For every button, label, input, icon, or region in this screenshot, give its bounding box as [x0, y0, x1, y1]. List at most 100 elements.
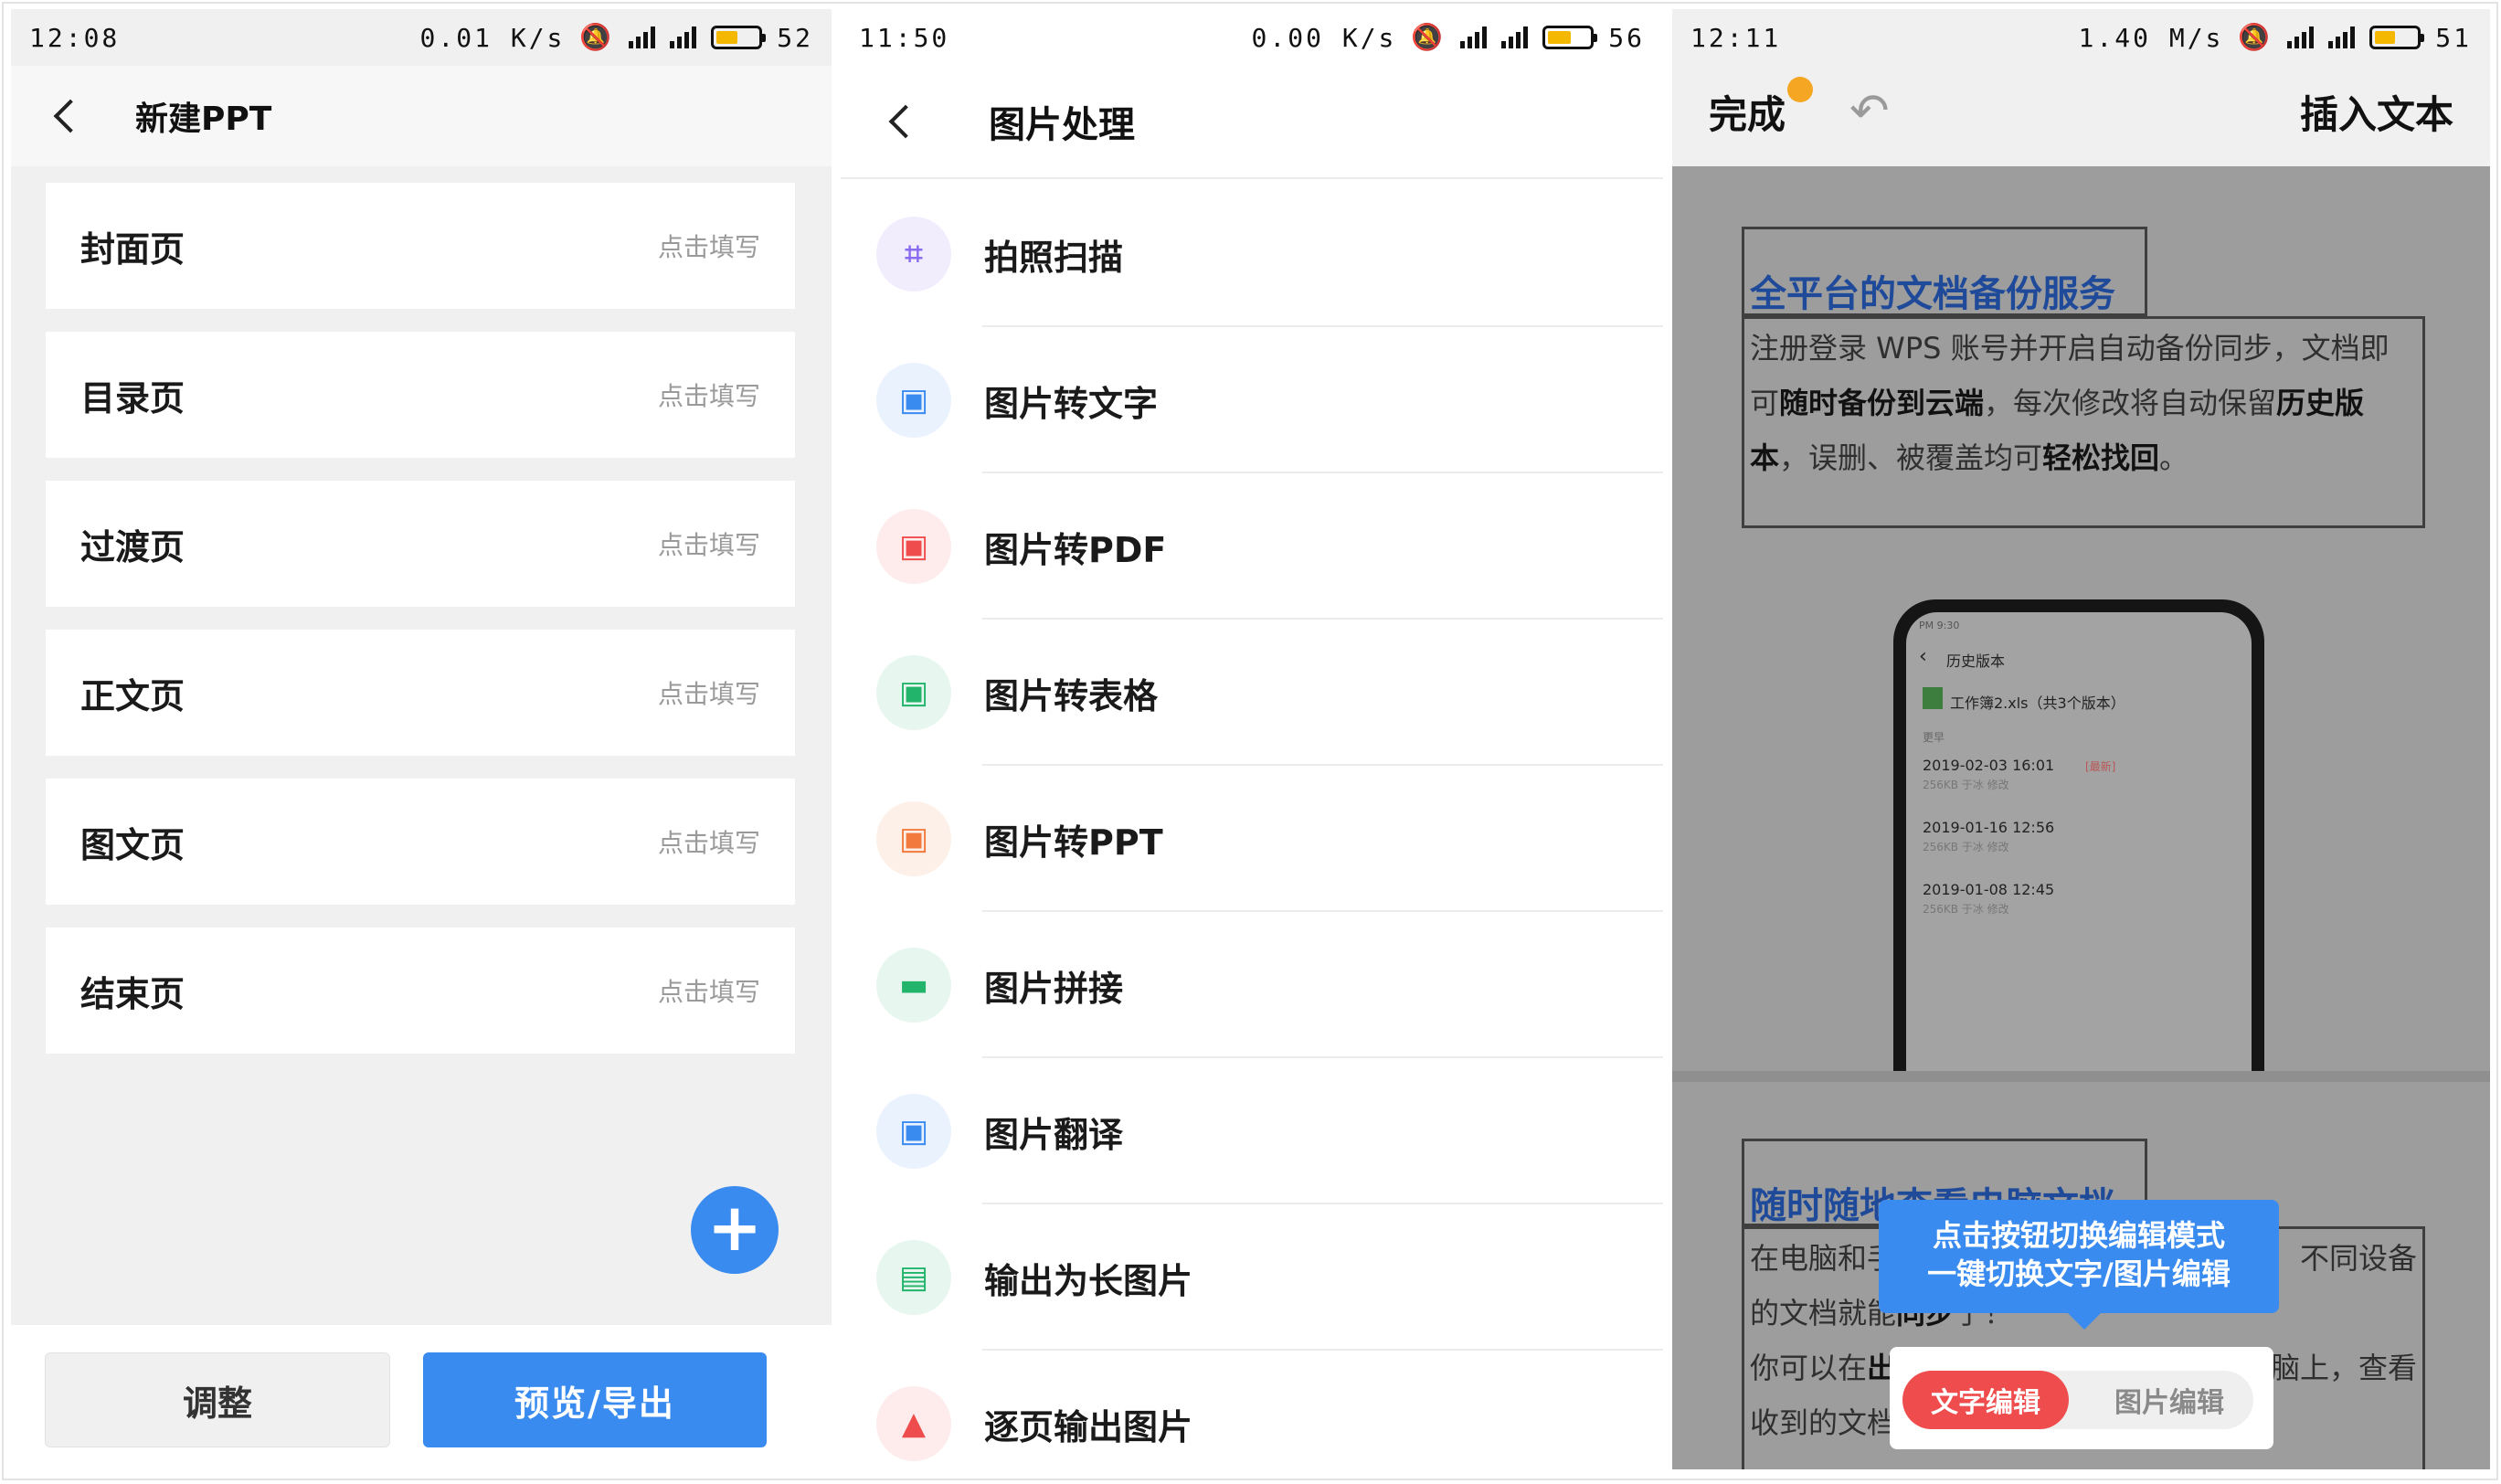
heading-text-box[interactable]: 全平台的文档备份服务	[1742, 227, 2147, 316]
document-page: 全平台的文档备份服务 注册登录 WPS 账号并开启自动备份同步，文档即 可随时备…	[1672, 166, 2490, 1071]
phone-title: 历史版本	[1946, 649, 2005, 671]
text-run: 不同设备	[2300, 1231, 2417, 1286]
plus-icon: +	[707, 1194, 762, 1260]
text-run: 历史版	[2276, 386, 2364, 420]
tooltip-line: 点击按钮切换编辑模式	[1879, 1216, 2279, 1255]
cellular-4g-icon	[2287, 26, 2314, 48]
image-processing-screen: 11:50 0.00 K/s 🔕 56 图片处理 ⌗拍照扫描▣图片转文字▣图片转…	[841, 9, 1663, 1469]
status-time: 11:50	[859, 23, 949, 53]
insert-text-button[interactable]: 插入文本	[2300, 84, 2453, 140]
undo-icon[interactable]: ↶	[1849, 88, 1890, 135]
add-slide-button[interactable]: +	[691, 1186, 779, 1274]
version-date: 2019-02-03 16:01	[1923, 757, 2054, 774]
battery-level: 56	[1608, 23, 1645, 53]
version-meta: 256KB 于冰 修改	[1923, 839, 2009, 854]
adjust-button[interactable]: 调整	[45, 1352, 390, 1447]
tooltip-line: 一键切换文字/图片编辑	[1879, 1255, 2279, 1293]
tool-label: 图片转表格	[984, 668, 1158, 718]
phone-screen: PM 9:30 ‹ 历史版本 工作簿2.xls（共3个版本） 更早 2019-0…	[1906, 612, 2252, 1075]
page-separator	[1672, 1071, 2490, 1082]
icon-glyph: ▣	[899, 1113, 928, 1150]
status-bar: 12:11 1.40 M/s 🔕 51	[1672, 9, 2490, 66]
text-edit-mode-button[interactable]: 文字编辑	[1902, 1371, 2069, 1429]
new-ppt-screen: 12:08 0.01 K/s 🔕 52 新建PPT 封面页点击填写 目录页点击填…	[11, 9, 832, 1469]
document-edit-screen: 12:11 1.40 M/s 🔕 51 完成 ↶ 插入文本 全平台的文档备份服务…	[1672, 9, 2490, 1469]
version-tag: [最新]	[2085, 758, 2115, 774]
preview-export-button[interactable]: 预览/导出	[423, 1352, 767, 1447]
icon-glyph: ▬	[899, 967, 928, 1003]
tool-label: 图片拼接	[984, 960, 1123, 1011]
battery-icon	[1542, 26, 1594, 49]
app-bar: 完成 ↶ 插入文本	[1672, 66, 2490, 157]
slide-type-hint: 点击填写	[658, 376, 760, 413]
tool-item[interactable]: ▬ 图片拼接	[841, 912, 1663, 1058]
phone-status-time: PM 9:30	[1919, 620, 1959, 631]
signal-icon	[670, 26, 696, 48]
paragraph-line: 本，误删、被覆盖均可轻松找回。	[1750, 430, 2390, 485]
phone-back-icon: ‹	[1919, 645, 1927, 668]
status-bar: 12:08 0.01 K/s 🔕 52	[11, 9, 832, 66]
paragraph-text-box[interactable]: 注册登录 WPS 账号并开启自动备份同步，文档即 可随时备份到云端，每次修改将自…	[1742, 316, 2425, 528]
image-to-pdf-icon: ▣	[876, 509, 951, 584]
slide-type-ending[interactable]: 结束页点击填写	[46, 928, 795, 1054]
network-speed: 0.00 K/s	[1252, 23, 1397, 53]
page-images-icon: ▲	[876, 1386, 951, 1461]
battery-level: 52	[777, 23, 813, 53]
slide-type-body[interactable]: 正文页点击填写	[46, 630, 795, 756]
done-button[interactable]: 完成	[1709, 84, 1786, 140]
text-run: 。	[2159, 440, 2188, 475]
slide-type-cover[interactable]: 封面页点击填写	[46, 183, 795, 309]
image-edit-mode-button[interactable]: 图片编辑	[2085, 1371, 2253, 1429]
mute-icon: 🔕	[2238, 25, 2273, 50]
slide-type-transition[interactable]: 过渡页点击填写	[46, 481, 795, 607]
status-time: 12:08	[29, 23, 120, 53]
battery-fill	[2375, 31, 2395, 44]
slide-type-hint: 点击填写	[658, 972, 760, 1009]
text-run: 在电脑和手	[1750, 1231, 1896, 1286]
text-run: ，误删、被覆盖均可	[1779, 440, 2042, 475]
done-label: 完成	[1709, 92, 1786, 137]
edit-mode-segmented-control: 文字编辑 图片编辑	[1902, 1371, 2253, 1429]
tool-item[interactable]: ▣ 图片转表格	[841, 620, 1663, 766]
image-to-text-icon: ▣	[876, 363, 951, 438]
icon-glyph: ▤	[899, 1259, 928, 1296]
page-title: 图片处理	[989, 95, 1135, 148]
phone-mockup-image[interactable]: PM 9:30 ‹ 历史版本 工作簿2.xls（共3个版本） 更早 2019-0…	[1893, 599, 2264, 1075]
icon-glyph: ▣	[899, 821, 928, 857]
slide-type-toc[interactable]: 目录页 点击填写	[46, 332, 795, 458]
slide-type-label: 目录页	[80, 370, 185, 420]
mute-icon: 🔕	[579, 25, 614, 50]
battery-fill	[716, 31, 737, 44]
vip-badge-icon	[1787, 77, 1813, 102]
cellular-4g-icon	[629, 26, 655, 48]
back-arrow-icon[interactable]	[889, 105, 923, 139]
tool-item[interactable]: ▣图片翻译	[841, 1058, 1663, 1204]
tool-item[interactable]: ▲逐页输出图片	[841, 1351, 1663, 1469]
edit-mode-tooltip: 点击按钮切换编辑模式 一键切换文字/图片编辑	[1879, 1200, 2279, 1313]
spreadsheet-file-icon	[1923, 687, 1943, 709]
slide-type-hint: 点击填写	[658, 823, 760, 860]
edit-mode-switch: 文字编辑 图片编辑	[1890, 1347, 2273, 1449]
tool-label: 图片转文字	[984, 376, 1158, 426]
text-run: 轻松找回	[2042, 440, 2159, 475]
image-to-sheet-icon: ▣	[876, 655, 951, 730]
tool-item[interactable]: ⌗拍照扫描	[841, 181, 1663, 327]
paragraph-line: 注册登录 WPS 账号并开启自动备份同步，文档即	[1750, 321, 2390, 376]
tool-item[interactable]: ▣图片转PDF	[841, 473, 1663, 620]
slide-type-hint: 点击填写	[658, 228, 760, 264]
tool-item[interactable]: ▣ 图片转PPT	[841, 766, 1663, 912]
back-arrow-icon[interactable]	[54, 100, 88, 133]
cellular-4g-icon	[1460, 26, 1487, 48]
battery-fill	[1548, 31, 1571, 44]
icon-glyph: ▣	[899, 528, 928, 565]
tool-label: 输出为长图片	[984, 1253, 1192, 1303]
signal-icon	[2328, 26, 2355, 48]
icon-glyph: ▣	[899, 674, 928, 711]
slide-type-image-text[interactable]: 图文页点击填写	[46, 779, 795, 905]
mute-icon: 🔕	[1411, 25, 1446, 50]
paragraph-line: 可随时备份到云端，每次修改将自动保留历史版	[1750, 376, 2390, 430]
tool-item[interactable]: ▤ 输出为长图片	[841, 1204, 1663, 1351]
battery-icon	[2369, 26, 2421, 49]
tool-label: 图片转PPT	[984, 814, 1163, 864]
tool-item[interactable]: ▣ 图片转文字	[841, 327, 1663, 473]
